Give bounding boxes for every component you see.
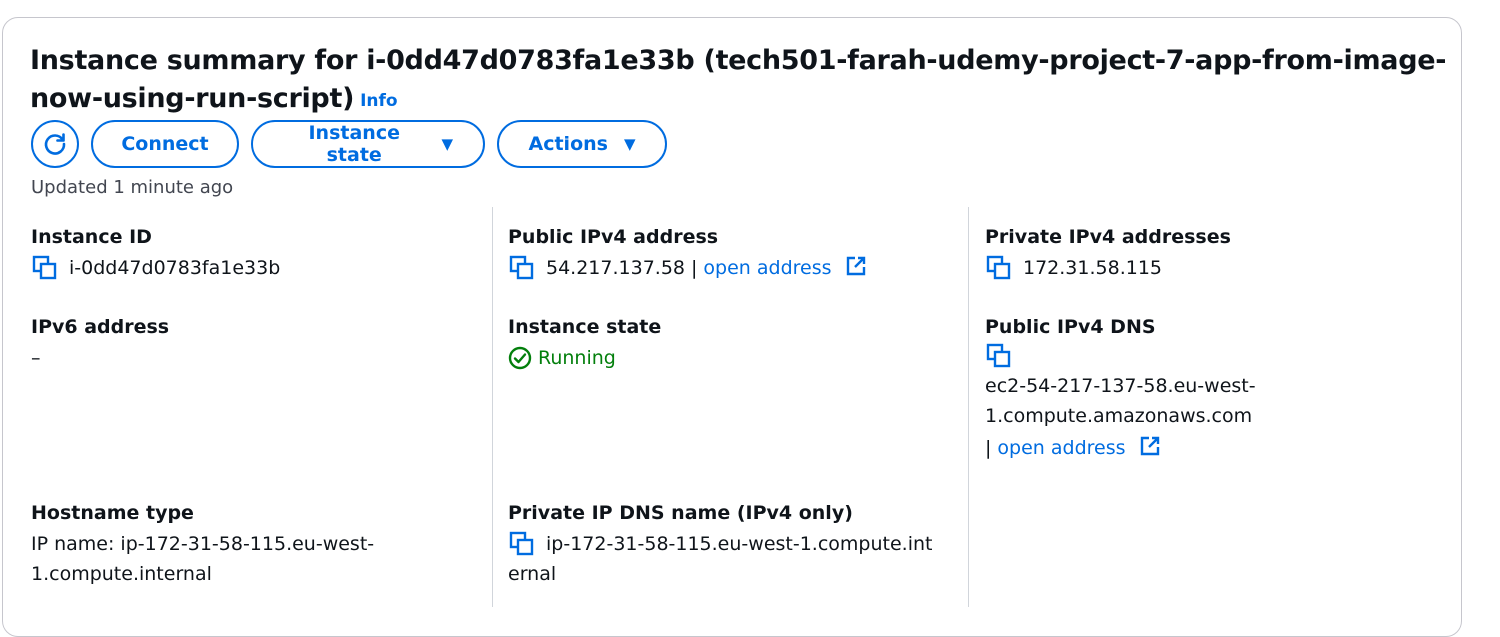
connect-button[interactable]: Connect: [91, 120, 239, 168]
instance-id-value: i-0dd47d0783fa1e33b: [69, 257, 281, 279]
separator: |: [691, 257, 698, 279]
actions-dropdown-label: Actions: [528, 133, 608, 155]
private-ipv4-value: 172.31.58.115: [1023, 257, 1163, 279]
field-label: Hostname type: [31, 502, 194, 524]
hostname-type-value: IP name: ip-172-31-58-115.eu-west- 1.com…: [31, 529, 471, 589]
copy-icon[interactable]: [31, 255, 59, 281]
field-label: Public IPv4 DNS: [985, 316, 1156, 338]
page-title: Instance summary for i-0dd47d0783fa1e33b…: [30, 42, 1450, 120]
field-ipv6: IPv6 address –: [31, 315, 471, 373]
field-label: Instance ID: [31, 226, 152, 248]
column-divider: [492, 207, 493, 607]
field-value: 54.217.137.58 | open address: [508, 253, 958, 283]
field-private-dns: Private IP DNS name (IPv4 only) ip-172-3…: [508, 501, 958, 589]
title-text: Instance summary for i-0dd47d0783fa1e33b…: [30, 45, 1447, 114]
open-address-label: open address: [997, 437, 1126, 459]
field-value: [985, 343, 1445, 369]
private-dns-value-first: ip-172-31-58-115.eu-west-1.compute.int: [546, 533, 933, 555]
hostname-line: IP name: ip-172-31-58-115.eu-west-: [31, 533, 375, 555]
instance-state-value: Running: [508, 343, 958, 373]
field-label: Private IP DNS name (IPv4 only): [508, 502, 853, 524]
open-address-label: open address: [703, 257, 832, 279]
separator: |: [985, 437, 992, 459]
field-label: IPv6 address: [31, 316, 170, 338]
refresh-icon: [44, 133, 66, 155]
field-value: ip-172-31-58-115.eu-west-1.compute.int: [508, 529, 958, 559]
field-instance-id: Instance ID i-0dd47d0783fa1e33b: [31, 225, 471, 283]
field-private-ipv4: Private IPv4 addresses 172.31.58.115: [985, 225, 1445, 283]
instance-state-dropdown[interactable]: Instance state ▼: [251, 120, 485, 168]
external-link-icon: [1140, 436, 1159, 456]
copy-icon[interactable]: [985, 343, 1013, 369]
open-address-link[interactable]: open address: [703, 253, 865, 283]
external-link-icon: [846, 256, 865, 276]
success-check-icon: [508, 346, 532, 370]
public-dns-value: ec2-54-217-137-58.eu-west- 1.compute.ama…: [985, 371, 1445, 431]
field-value: i-0dd47d0783fa1e33b: [31, 253, 471, 283]
field-label: Instance state: [508, 316, 662, 338]
field-label: Public IPv4 address: [508, 226, 719, 248]
info-link[interactable]: Info: [360, 91, 398, 111]
field-instance-state: Instance state Running: [508, 315, 958, 373]
private-dns-value-second: ernal: [508, 563, 557, 585]
field-value: 172.31.58.115: [985, 253, 1445, 283]
open-address-link[interactable]: open address: [997, 433, 1159, 463]
ipv6-value: –: [31, 347, 41, 369]
caret-down-icon: ▼: [441, 135, 453, 153]
copy-icon[interactable]: [985, 255, 1013, 281]
status-text: Running: [538, 347, 616, 369]
caret-down-icon: ▼: [623, 135, 636, 153]
field-label: Private IPv4 addresses: [985, 226, 1231, 248]
instance-state-dropdown-label: Instance state: [308, 122, 400, 166]
column-divider: [968, 207, 969, 607]
actions-dropdown[interactable]: Actions ▼: [497, 120, 667, 168]
field-public-dns: Public IPv4 DNS ec2-54-217-137-58.eu-wes…: [985, 315, 1445, 463]
refresh-button[interactable]: [31, 120, 79, 168]
action-toolbar: Connect Instance state ▼ Actions ▼: [31, 120, 667, 168]
copy-icon[interactable]: [508, 255, 536, 281]
field-public-ipv4: Public IPv4 address 54.217.137.58 | open…: [508, 225, 958, 283]
copy-icon[interactable]: [508, 531, 536, 557]
public-ipv4-value: 54.217.137.58: [546, 257, 686, 279]
updated-timestamp: Updated 1 minute ago: [31, 177, 234, 198]
public-dns-line: ec2-54-217-137-58.eu-west-: [985, 375, 1256, 397]
hostname-line: 1.compute.internal: [31, 563, 212, 585]
field-hostname-type: Hostname type IP name: ip-172-31-58-115.…: [31, 501, 471, 589]
public-dns-line: 1.compute.amazonaws.com: [985, 405, 1253, 427]
public-dns-link-row: | open address: [985, 433, 1445, 463]
